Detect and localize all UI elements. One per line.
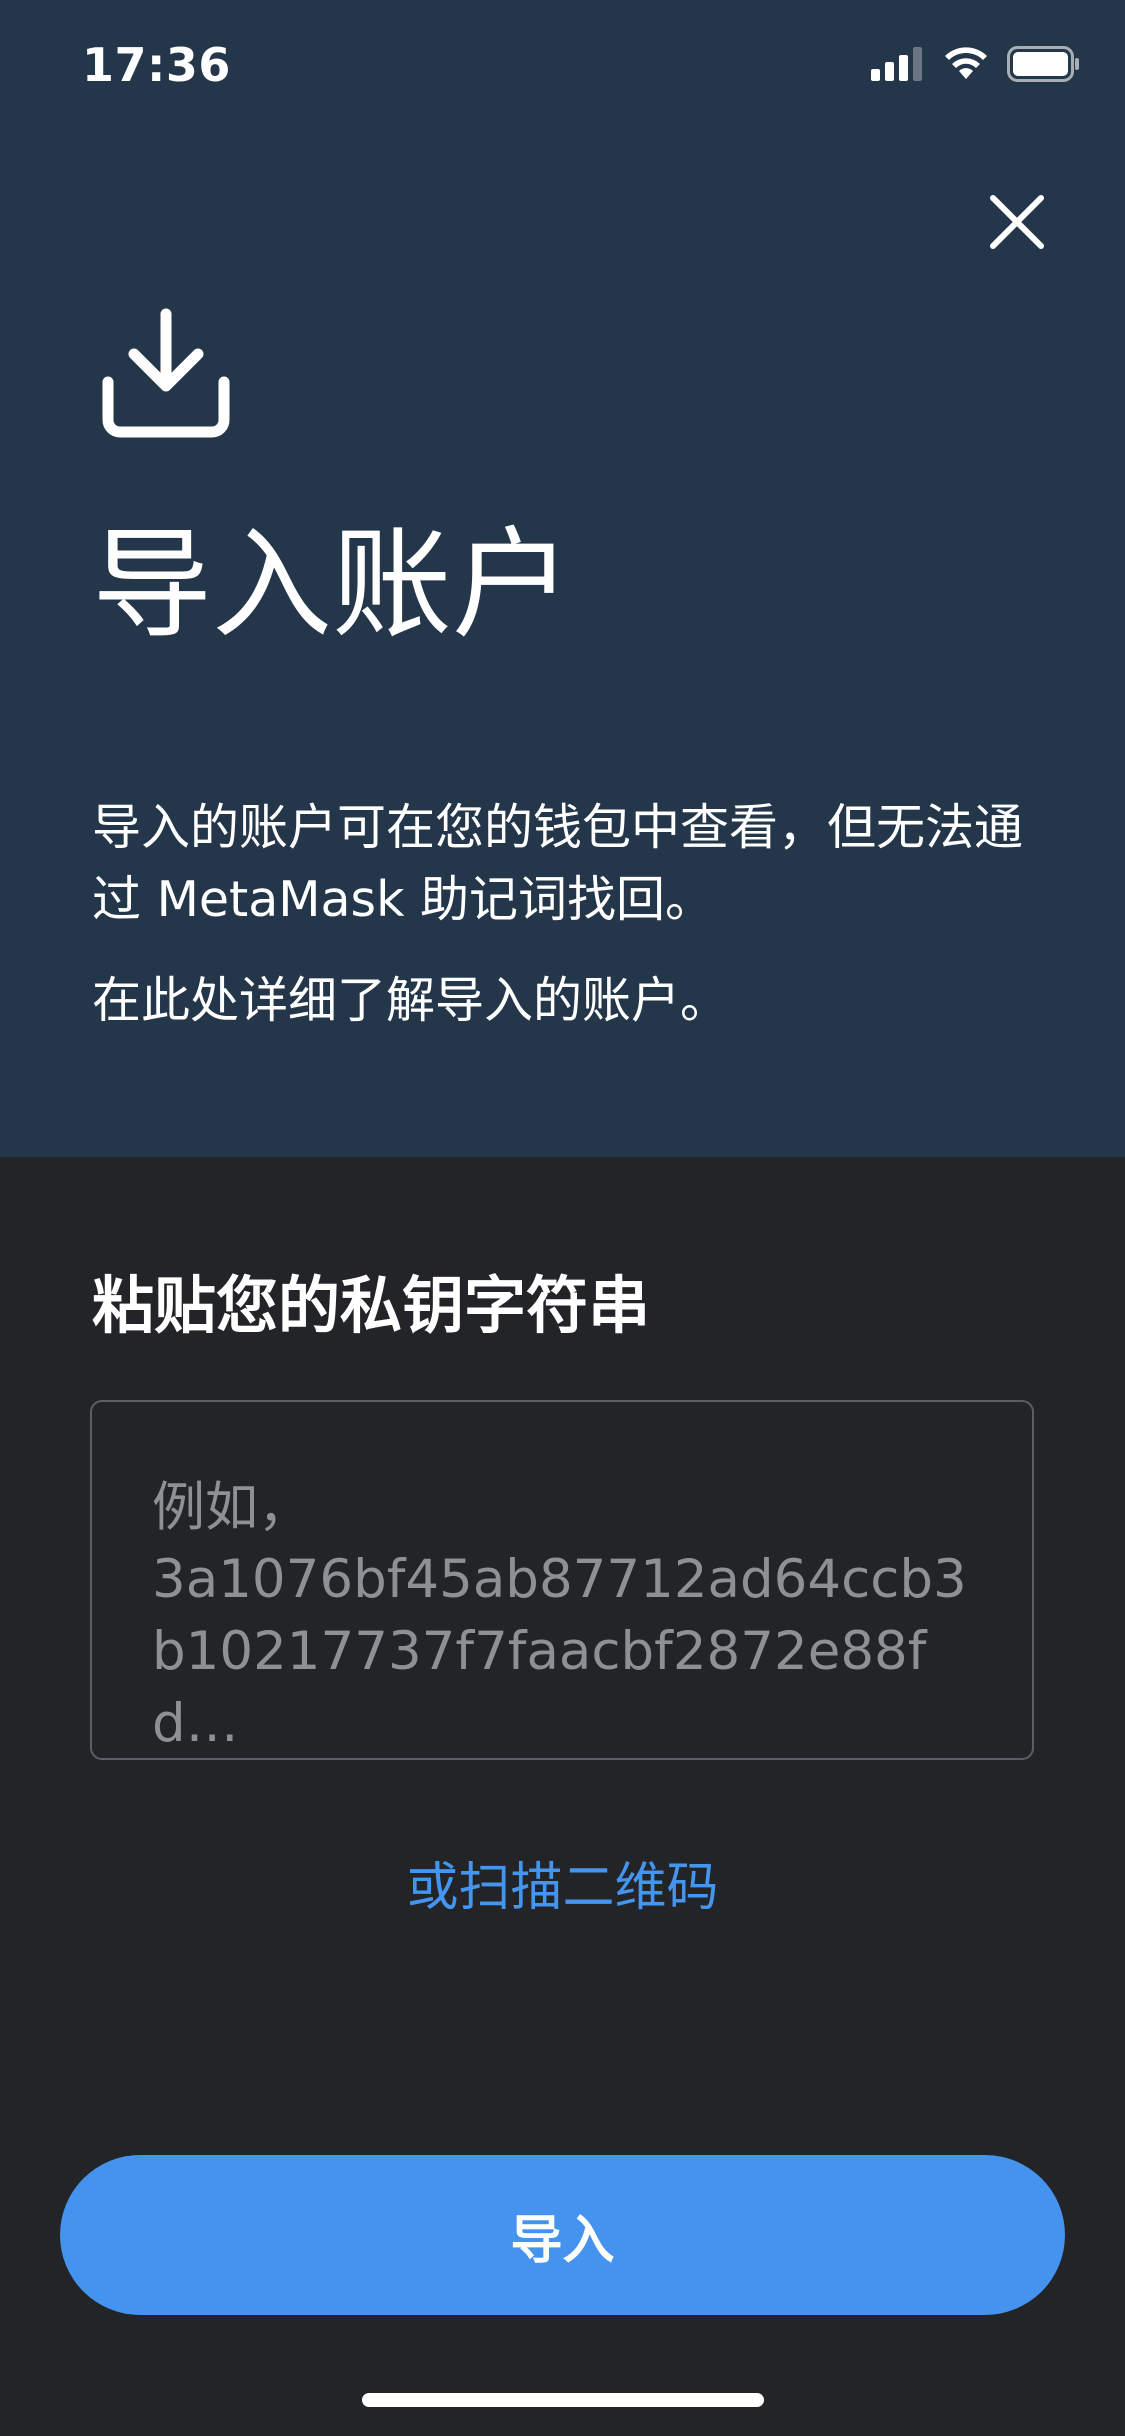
- import-button[interactable]: 导入: [60, 2155, 1065, 2315]
- import-account-screen: 17:36 导入账户 导入的账户可在您的钱包中查看，但无法通过 MetaMask…: [0, 0, 1125, 2436]
- private-key-input[interactable]: 例如， 3a1076bf45ab87712ad64ccb3 b10217737f…: [90, 1400, 1034, 1760]
- wifi-icon: [943, 47, 989, 85]
- status-time: 17:36: [82, 38, 231, 92]
- header-panel: 17:36 导入账户 导入的账户可在您的钱包中查看，但无法通过 MetaMask…: [0, 0, 1125, 1157]
- battery-icon: [1007, 46, 1081, 86]
- download-icon: [100, 308, 232, 440]
- description-text: 导入的账户可在您的钱包中查看，但无法通过 MetaMask 助记词找回。: [92, 799, 1024, 928]
- private-key-placeholder: 例如， 3a1076bf45ab87712ad64ccb3 b10217737f…: [152, 1477, 967, 1754]
- signal-icon: [871, 47, 925, 85]
- private-key-heading: 粘贴您的私钥字符串: [92, 1269, 651, 1342]
- learn-more-link[interactable]: 在此处详细了解导入的账户。: [92, 965, 729, 1037]
- status-icons: [871, 46, 1081, 86]
- scan-qr-code-link[interactable]: 或扫描二维码: [0, 1845, 1125, 1920]
- home-indicator: [362, 2393, 764, 2407]
- close-icon: [990, 195, 1044, 249]
- close-button[interactable]: [980, 185, 1054, 259]
- status-bar: 17:36: [0, 0, 1125, 140]
- page-title: 导入账户: [92, 516, 572, 655]
